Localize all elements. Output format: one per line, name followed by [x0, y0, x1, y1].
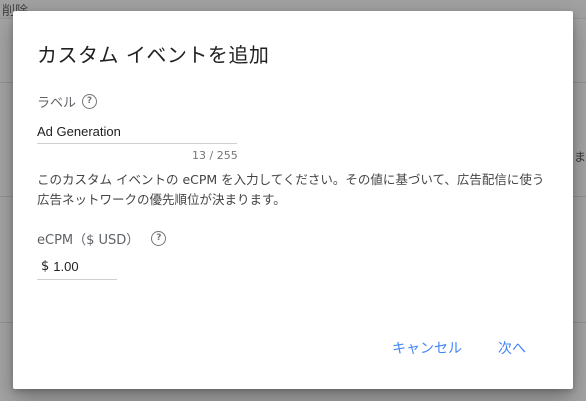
- character-counter: 13 / 255: [192, 149, 238, 162]
- help-circle-icon[interactable]: ?: [151, 231, 167, 246]
- cancel-button[interactable]: キャンセル: [388, 336, 466, 360]
- ecpm-field: $: [37, 253, 117, 280]
- ecpm-field-text: eCPM（$ USD）: [37, 233, 140, 248]
- add-custom-event-dialog: カスタム イベントを追加 ラベル ? 13 / 255 このカスタム イベントの…: [13, 11, 573, 389]
- label-field-text: ラベル: [37, 96, 77, 111]
- ecpm-input[interactable]: [53, 258, 110, 274]
- ecpm-field-label: eCPM（$ USD） ?: [37, 229, 167, 248]
- dialog-title: カスタム イベントを追加: [37, 43, 270, 67]
- label-field-label: ラベル ?: [37, 92, 98, 111]
- help-circle-icon[interactable]: ?: [82, 94, 98, 109]
- ecpm-description: このカスタム イベントの eCPM を入力してください。その値に基づいて、広告配…: [37, 172, 545, 207]
- next-button[interactable]: 次へ: [494, 336, 530, 360]
- label-input[interactable]: [37, 119, 237, 144]
- currency-symbol: $: [41, 258, 50, 274]
